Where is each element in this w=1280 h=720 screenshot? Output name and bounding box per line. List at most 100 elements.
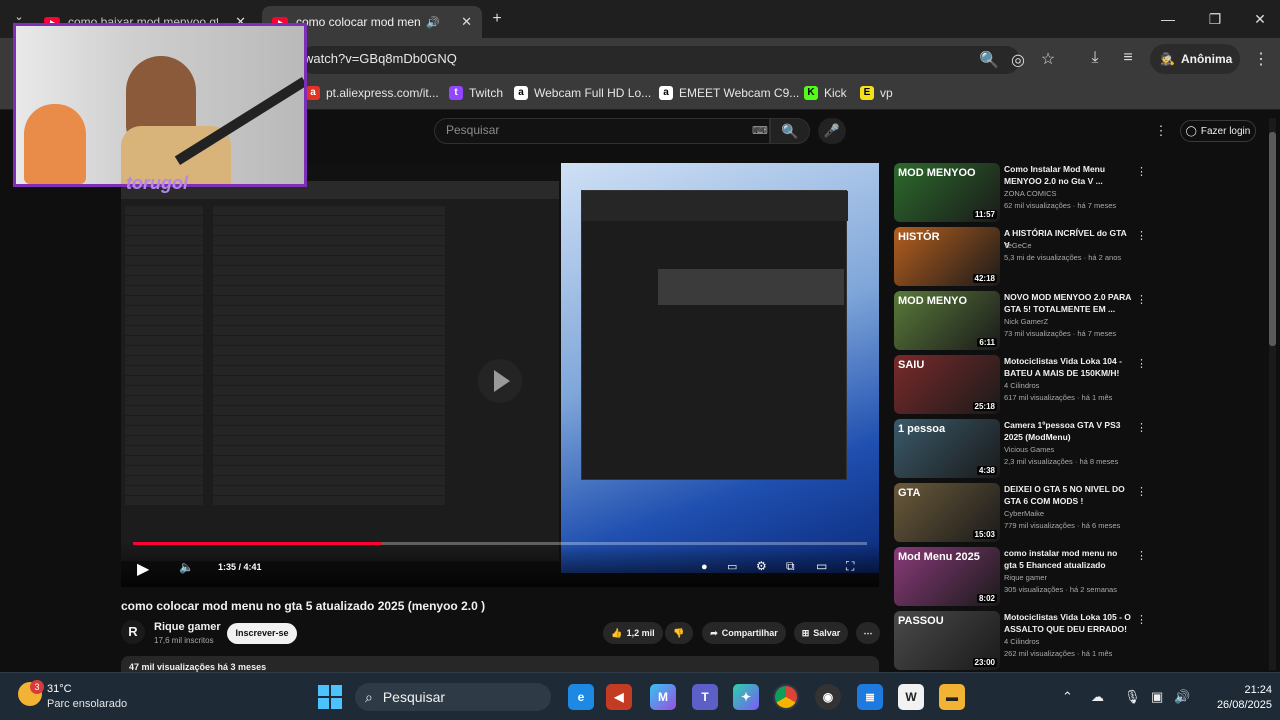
share-button[interactable]: ➦ Compartilhar xyxy=(702,622,786,644)
recommendation-item[interactable]: MOD MENYO 6:11 NOVO MOD MENYOO 2.0 PARA GT… xyxy=(894,291,1264,351)
tab-search-icon[interactable]: ⌄ xyxy=(8,10,30,23)
volume-icon[interactable]: 🔈 xyxy=(179,560,194,574)
bookmark-vp[interactable]: Evp xyxy=(860,86,893,100)
recommendation-title[interactable]: Camera 1ºpessoa GTA V PS3 2025 (ModMenu) xyxy=(1004,419,1132,443)
recommendation-title[interactable]: Motociclistas Vida Loka 104 - BATEU A MA… xyxy=(1004,355,1132,379)
scrollbar-thumb[interactable] xyxy=(1269,132,1276,346)
voice-search-icon[interactable]: 🎤 xyxy=(818,118,846,144)
microphone-icon[interactable]: 🎙 xyxy=(1124,689,1141,705)
recommendation-channel[interactable]: ZONA COMICS xyxy=(1004,189,1057,198)
scrollbar[interactable] xyxy=(1269,118,1276,670)
save-button[interactable]: ⊞ Salvar xyxy=(794,622,848,644)
login-button[interactable]: ◯ Fazer login xyxy=(1180,120,1256,142)
more-options-icon[interactable]: ⋮ xyxy=(1136,549,1147,562)
recommendation-channel[interactable]: 4 Cilindros xyxy=(1004,637,1039,646)
settings-gear-icon[interactable]: ⚙ xyxy=(756,559,767,573)
recommendation-item[interactable]: HISTÓR 42:18 A HISTÓRIA INCRÍVEL do GTA VT… xyxy=(894,227,1264,287)
recommendation-channel[interactable]: Rique gamer xyxy=(1004,573,1047,582)
youtube-search-button[interactable]: 🔍 xyxy=(770,118,810,144)
video-thumbnail[interactable]: MOD MENYO 6:11 xyxy=(894,291,1000,350)
recommendation-item[interactable]: Mod Menu 2025 8:02 como instalar mod menu … xyxy=(894,547,1264,607)
center-play-icon[interactable] xyxy=(478,359,522,403)
wps-writer-icon[interactable]: W xyxy=(898,684,924,710)
more-options-icon[interactable]: ⋮ xyxy=(1136,485,1147,498)
settings-menu-icon[interactable]: ⋮ xyxy=(1150,123,1172,139)
video-thumbnail[interactable]: HISTÓR 42:18 xyxy=(894,227,1000,286)
app-red-icon[interactable]: ◀ xyxy=(606,684,632,710)
recommendation-title[interactable]: DEIXEI O GTA 5 NO NIVEL DO GTA 6 COM MOD… xyxy=(1004,483,1132,507)
download-icon[interactable]: ⤓ xyxy=(1084,49,1106,67)
incognito-profile-button[interactable]: 🕵 Anônima xyxy=(1150,44,1240,74)
media-control-icon[interactable]: ≡ xyxy=(1117,49,1139,67)
progress-bar[interactable] xyxy=(133,542,867,545)
windows-start-icon[interactable] xyxy=(318,685,342,709)
recommendation-channel[interactable]: Nick GamerZ xyxy=(1004,317,1048,326)
channel-avatar[interactable]: R xyxy=(121,620,145,644)
recommendation-title[interactable]: como instalar mod menu no gta 5 Ehanced … xyxy=(1004,547,1132,571)
more-options-icon[interactable]: ⋮ xyxy=(1136,357,1147,370)
audio-playing-icon[interactable]: 🔊 xyxy=(426,16,440,29)
video-thumbnail[interactable]: SAIU 25:18 xyxy=(894,355,1000,414)
recommendation-title[interactable]: NOVO MOD MENYOO 2.0 PARA GTA 5! TOTALMEN… xyxy=(1004,291,1132,315)
bookmark-aliexpress[interactable]: a pt.aliexpress.com/it... xyxy=(306,86,439,100)
onedrive-icon[interactable]: ☁ xyxy=(1091,689,1104,705)
video-player[interactable]: ▶ 🔈 1:35 / 4:41 ● ▭ ⚙ ⧉ ▭ ⛶ xyxy=(121,163,879,587)
more-options-icon[interactable]: ⋮ xyxy=(1136,421,1147,434)
microsoft-365-icon[interactable]: M xyxy=(650,684,676,710)
video-thumbnail[interactable]: Mod Menu 2025 8:02 xyxy=(894,547,1000,606)
play-button-icon[interactable]: ▶ xyxy=(137,559,149,579)
like-button[interactable]: 👍 1,2 mil xyxy=(603,622,663,644)
tab-2-close-icon[interactable]: ✕ xyxy=(461,14,472,30)
recommendation-item[interactable]: SAIU 25:18 Motociclistas Vida Loka 104 - B… xyxy=(894,355,1264,415)
eye-off-icon[interactable]: ◎ xyxy=(1007,50,1029,70)
bookmark-kick[interactable]: K Kick xyxy=(804,86,847,100)
keyboard-icon[interactable]: ⌨ xyxy=(752,124,768,137)
star-icon[interactable]: ☆ xyxy=(1037,49,1059,69)
video-thumbnail[interactable]: MOD MENYOO 11:57 xyxy=(894,163,1000,222)
notepad-icon[interactable]: ≣ xyxy=(857,684,883,710)
channel-name[interactable]: Rique gamer xyxy=(154,621,221,633)
teams-icon[interactable]: T xyxy=(692,684,718,710)
weather-temperature[interactable]: 31°C xyxy=(47,683,72,695)
obs-icon[interactable]: ◉ xyxy=(815,684,841,710)
recommendation-item[interactable]: 1 pessoa 4:38 Camera 1ºpessoa GTA V PS3 20… xyxy=(894,419,1264,479)
show-hidden-icons[interactable]: ⌃ xyxy=(1062,689,1073,705)
recommendation-title[interactable]: Motociclistas Vida Loka 105 - O ASSALTO … xyxy=(1004,611,1132,635)
bookmark-twitch[interactable]: t Twitch xyxy=(449,86,503,100)
clock-time[interactable]: 21:24 xyxy=(1232,684,1272,696)
maximize-icon[interactable]: ❐ xyxy=(1200,8,1230,30)
more-options-icon[interactable]: ⋮ xyxy=(1136,229,1147,242)
dislike-button[interactable]: 👎 xyxy=(665,622,693,644)
minimize-icon[interactable]: — xyxy=(1153,8,1183,30)
file-explorer-icon[interactable]: ▬ xyxy=(939,684,965,710)
recommendation-item[interactable]: GTA 15:03 DEIXEI O GTA 5 NO NIVEL DO GTA 6… xyxy=(894,483,1264,543)
theater-mode-icon[interactable]: ▭ xyxy=(816,559,827,573)
close-window-icon[interactable]: ✕ xyxy=(1245,8,1275,30)
chrome-icon[interactable] xyxy=(773,684,799,710)
weather-description[interactable]: Parc ensolarado xyxy=(47,698,127,710)
chrome-menu-icon[interactable]: ⋮ xyxy=(1250,49,1272,69)
more-options-icon[interactable]: ⋮ xyxy=(1136,165,1147,178)
autoplay-toggle-icon[interactable]: ● xyxy=(701,561,708,573)
recommendation-title[interactable]: Como Instalar Mod Menu MENYOO 2.0 no Gta… xyxy=(1004,163,1132,187)
bookmark-emeet-webcam[interactable]: a EMEET Webcam C9... xyxy=(659,86,799,100)
more-options-icon[interactable]: ⋮ xyxy=(1136,293,1147,306)
subtitles-icon[interactable]: ▭ xyxy=(727,560,737,573)
recommendation-item[interactable]: MOD MENYOO 11:57 Como Instalar Mod Menu ME… xyxy=(894,163,1264,223)
clock-date[interactable]: 26/08/2025 xyxy=(1204,699,1272,711)
video-thumbnail[interactable]: GTA 15:03 xyxy=(894,483,1000,542)
recommendation-channel[interactable]: 4 Cilindros xyxy=(1004,381,1039,390)
video-thumbnail[interactable]: PASSOU 23:00 xyxy=(894,611,1000,670)
fullscreen-icon[interactable]: ⛶ xyxy=(846,559,854,574)
copilot-icon[interactable]: ✦ xyxy=(733,684,759,710)
edge-icon[interactable]: e xyxy=(568,684,594,710)
recommendation-channel[interactable]: CyberMaike xyxy=(1004,509,1044,518)
miniplayer-icon[interactable]: ⧉ xyxy=(786,559,795,574)
recommendation-item[interactable]: PASSOU 23:00 Motociclistas Vida Loka 105 -… xyxy=(894,611,1264,671)
speaker-icon[interactable]: 🔊 xyxy=(1174,689,1190,705)
network-icon[interactable]: ▣ xyxy=(1151,689,1163,705)
url-text[interactable]: watch?v=GBq8mDb0GNQ xyxy=(304,51,457,66)
more-options-icon[interactable]: ⋮ xyxy=(1136,613,1147,626)
recommendation-channel[interactable]: Vicious Games xyxy=(1004,445,1054,454)
taskbar-search[interactable]: ⌕ Pesquisar xyxy=(355,683,551,711)
